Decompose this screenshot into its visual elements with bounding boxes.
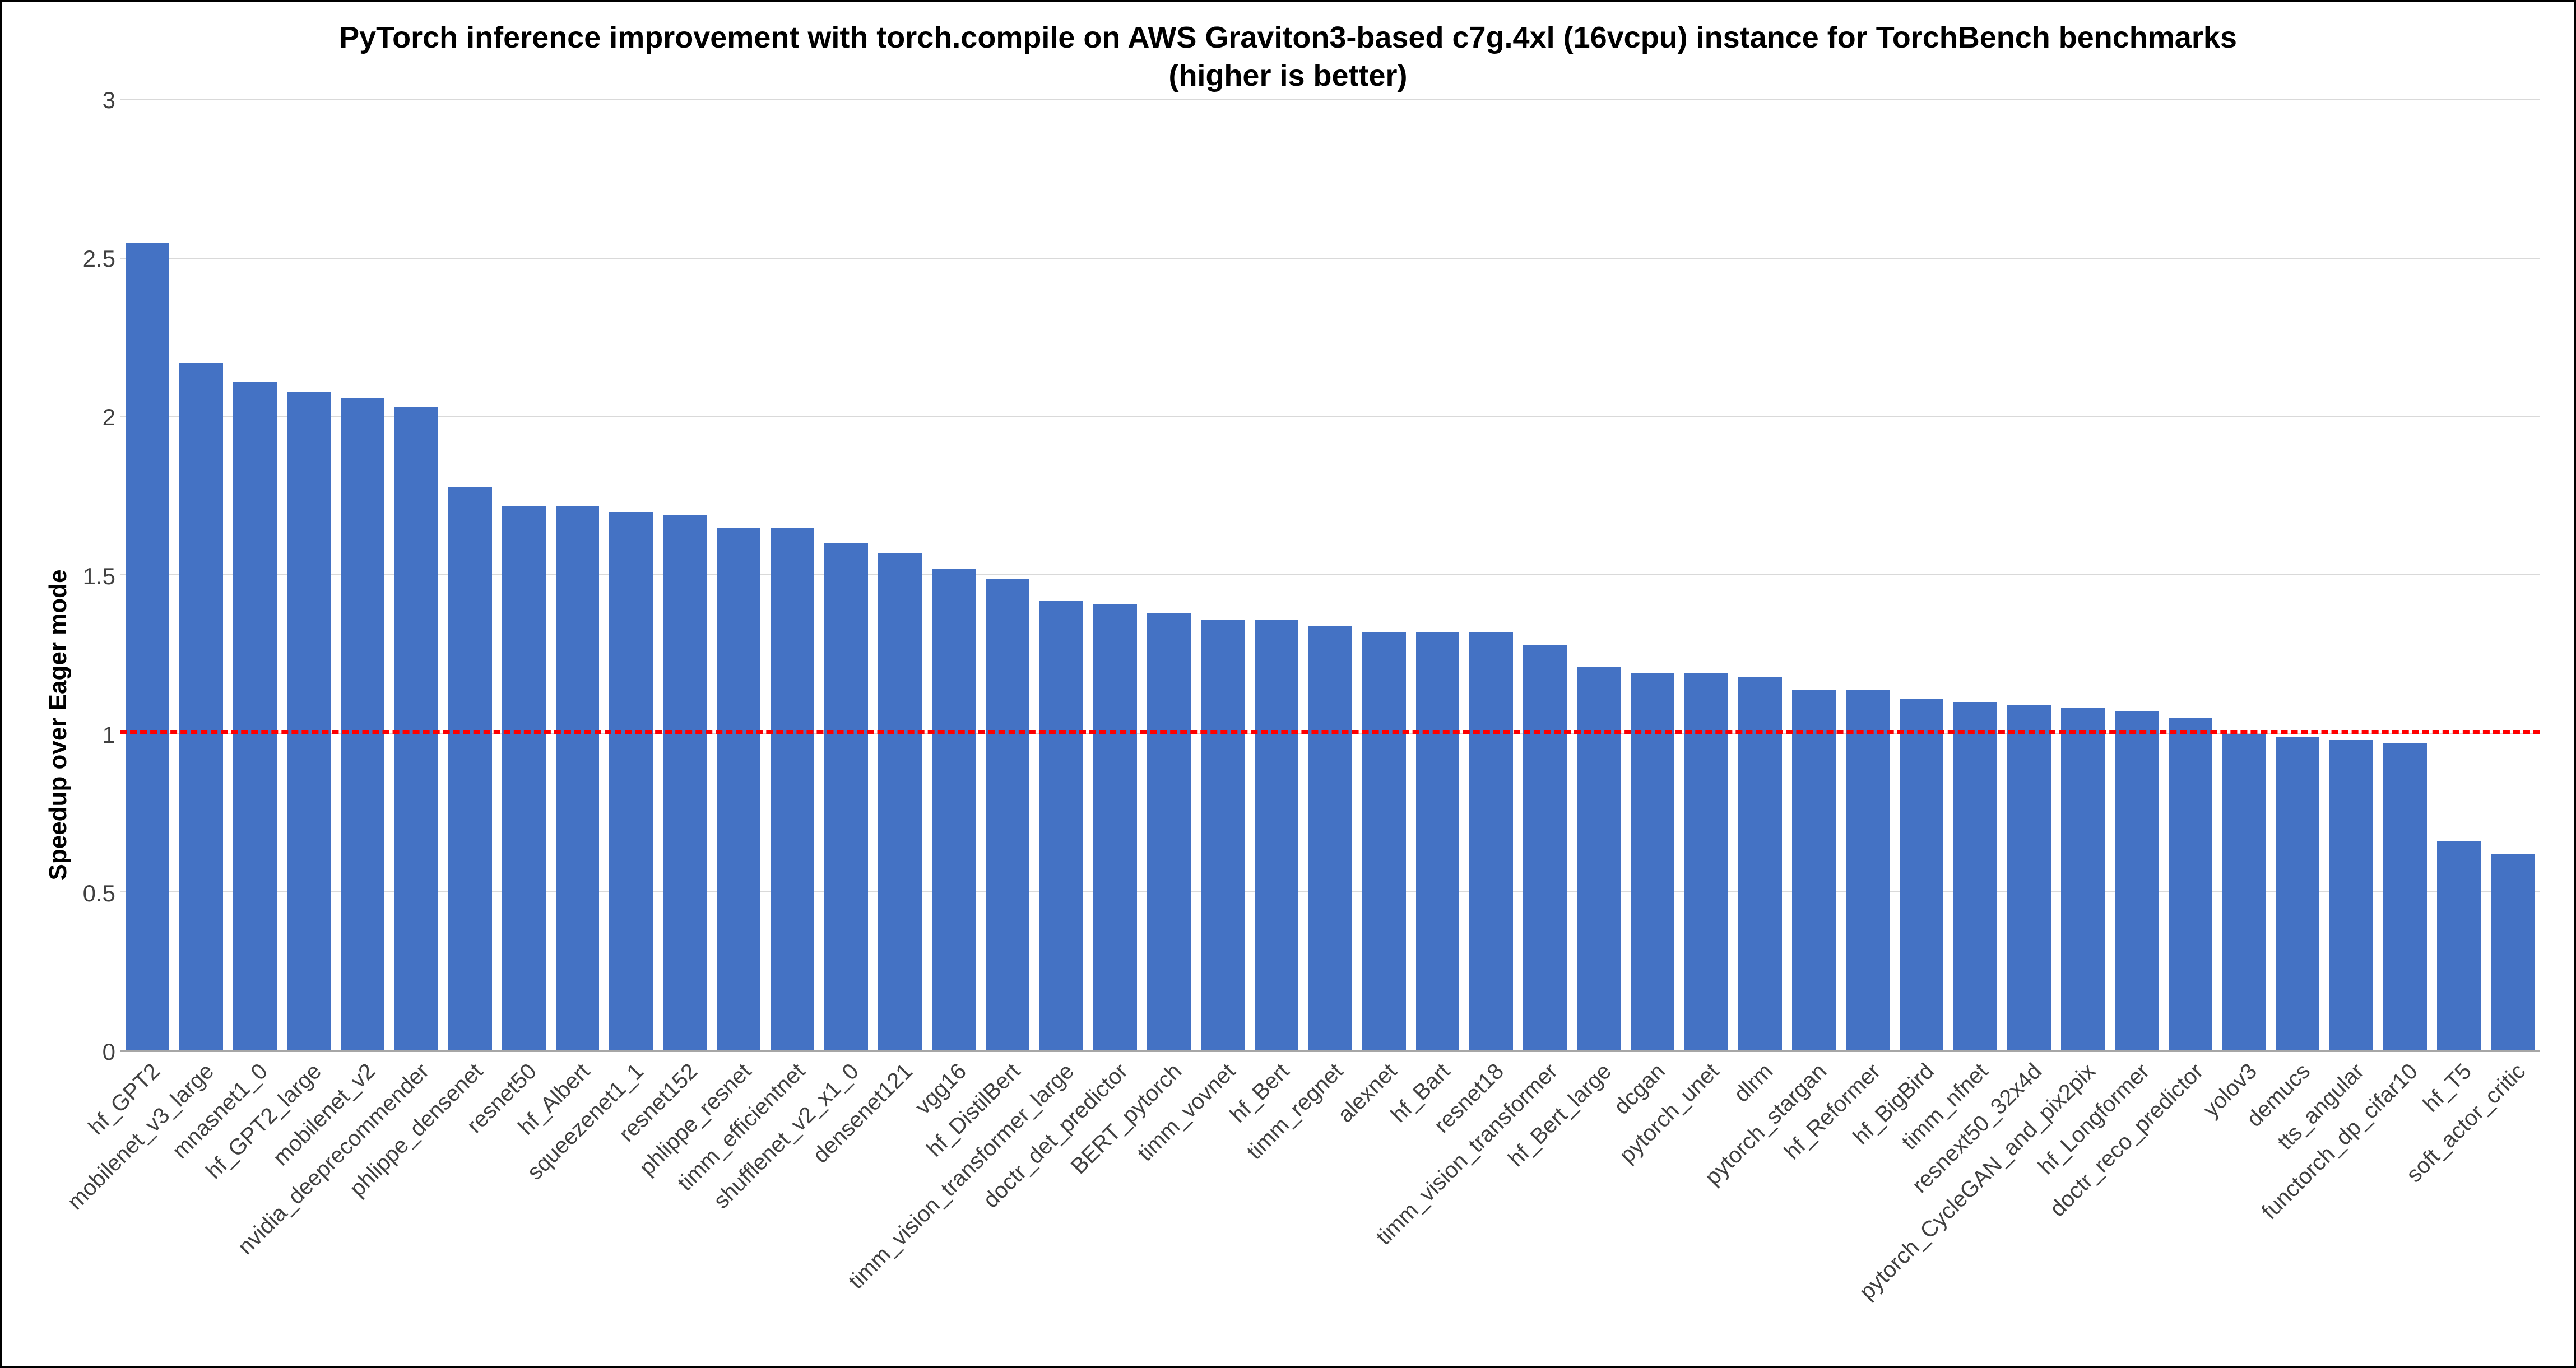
y-axis-label: Speedup over Eager mode [44, 569, 72, 880]
bar [1255, 620, 1298, 1050]
x-axis-labels: hf_GPT2mobilenet_v3_largemnasnet1_0hf_GP… [120, 1052, 2540, 1349]
bar [341, 398, 384, 1050]
y-axis-ticks: 00.511.522.53 [81, 100, 120, 1052]
bar [609, 512, 653, 1050]
bar [2061, 708, 2105, 1050]
y-tick-label: 0.5 [76, 880, 115, 907]
bar [1308, 626, 1352, 1050]
bar [2115, 711, 2159, 1050]
y-axis-label-container: Speedup over Eager mode [36, 100, 81, 1349]
y-tick-label: 1.5 [76, 563, 115, 590]
chart-body: Speedup over Eager mode 00.511.522.53 hf… [36, 100, 2540, 1349]
bar [717, 528, 760, 1050]
reference-line [120, 730, 2540, 734]
bar [2329, 740, 2373, 1050]
bar [1953, 702, 1997, 1050]
bar [233, 382, 277, 1050]
bar [771, 528, 814, 1050]
bar [1093, 604, 1137, 1050]
x-tick-label: pytorch_unet [1684, 1052, 1728, 1349]
chart-title: PyTorch inference improvement with torch… [36, 19, 2540, 95]
bar [126, 243, 169, 1050]
bar [394, 407, 438, 1050]
bar [824, 543, 868, 1050]
bar [986, 579, 1029, 1050]
plot-area-wrap: 00.511.522.53 [81, 100, 2540, 1052]
chart-title-line1: PyTorch inference improvement with torch… [36, 19, 2540, 57]
bar [663, 515, 707, 1050]
y-tick-label: 2.5 [76, 245, 115, 272]
bar [2437, 841, 2481, 1050]
plot-cell: 00.511.522.53 hf_GPT2mobilenet_v3_largem… [81, 100, 2540, 1349]
bar [179, 363, 223, 1050]
y-tick-label: 3 [76, 87, 115, 114]
bar [878, 553, 922, 1050]
bar [1362, 632, 1406, 1050]
bar [448, 487, 492, 1050]
bar [2491, 854, 2535, 1051]
bar [1577, 667, 1621, 1050]
plot-area [120, 100, 2540, 1052]
bar [1846, 690, 1890, 1050]
bar [287, 392, 331, 1050]
bar [2169, 718, 2212, 1050]
y-tick-label: 1 [76, 722, 115, 748]
bar [1523, 645, 1567, 1050]
bar [1039, 601, 1083, 1050]
x-tick-label: soft_actor_critic [2491, 1052, 2535, 1349]
bar [1792, 690, 1836, 1050]
chart-container: PyTorch inference improvement with torch… [0, 0, 2576, 1368]
y-tick-label: 2 [76, 404, 115, 431]
bars-group [120, 100, 2540, 1050]
bar [1900, 699, 1943, 1050]
bar [2276, 737, 2320, 1050]
bar [1147, 613, 1191, 1050]
bar [2007, 705, 2051, 1050]
bar [2383, 743, 2427, 1050]
chart-title-line2: (higher is better) [36, 57, 2540, 95]
y-tick-label: 0 [76, 1039, 115, 1065]
bar [932, 569, 976, 1050]
bar [502, 506, 546, 1050]
bar [1469, 632, 1513, 1050]
bar [2222, 734, 2266, 1050]
bar [556, 506, 600, 1050]
bar [1416, 632, 1460, 1050]
bar [1201, 620, 1245, 1050]
